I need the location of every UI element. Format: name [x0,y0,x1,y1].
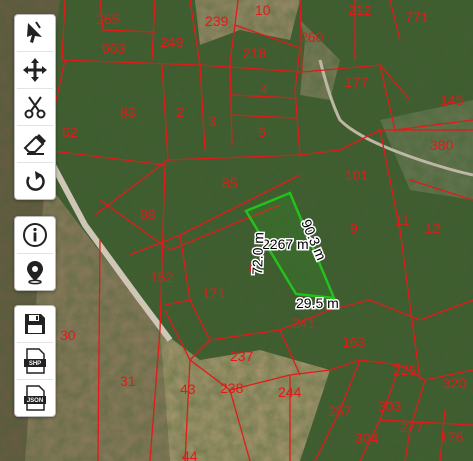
parcel-label-241: 241 [292,315,316,331]
cursor-icon[interactable] [17,15,53,51]
edit-toolbar [14,14,56,200]
parcel-label-9: 9 [350,220,358,236]
parcel-label-10: 10 [255,2,271,18]
parcel-label-171: 171 [202,285,226,301]
parcel-label-44: 44 [182,448,198,461]
parcel-label-43: 43 [180,381,196,397]
info-toolbar [14,216,56,291]
parcel-label-320: 320 [443,375,467,391]
eraser-icon[interactable] [17,125,53,162]
parcel-label-163: 163 [342,334,366,350]
parcel-label-238: 238 [220,380,244,396]
parcel-label-257: 257 [328,403,352,419]
scissors-icon[interactable] [17,88,53,125]
parcel-label-31: 31 [120,373,136,389]
parcel-label-2: 2 [176,104,184,120]
parcel-label-265: 265 [96,11,120,27]
parcel-label-177: 177 [345,74,369,90]
parcel-label-176: 176 [440,429,464,445]
parcel-label-277: 277 [400,419,424,435]
parcel-label-3: 3 [208,113,216,129]
parcel-label-663: 663 [102,40,126,56]
json-file-label: JSON [27,398,43,404]
satellite-map[interactable]: 265 663 249 239 10 218 260 212 771 83 2 … [0,0,473,461]
parcel-label-225: 225 [393,362,417,378]
parcel-label-380: 380 [430,137,454,153]
shp-file-icon[interactable]: SHP [17,342,53,379]
parcel-label-212: 212 [348,2,372,18]
parcel-label-101: 101 [345,167,369,183]
json-file-icon[interactable]: JSON [17,379,53,416]
parcel-label-260: 260 [300,29,324,45]
parcel-label-83: 83 [120,104,136,120]
parcel-label-85: 85 [222,175,238,191]
location-pin-icon[interactable] [17,253,53,290]
parcel-label-303: 303 [378,398,402,414]
undo-icon[interactable] [17,162,53,199]
parcel-label-88: 88 [140,206,156,222]
save-icon[interactable] [17,306,53,342]
parcel-label-11: 11 [395,212,410,228]
parcel-label-62: 62 [62,124,78,140]
parcel-label-218: 218 [243,45,267,61]
parcel-label-237: 237 [230,348,254,364]
parcel-label-5: 5 [258,124,266,140]
parcel-label-239: 239 [205,13,229,29]
parcel-label-4: 4 [260,81,268,97]
parcel-label-30: 30 [60,327,76,343]
parcel-label-244: 244 [278,384,302,400]
parcel-label-145: 145 [440,92,464,108]
parcel-label-304: 304 [355,430,379,446]
parcel-label-771: 771 [405,9,429,25]
side-length-label-left: 72.0 m [249,232,266,275]
move-arrows-icon[interactable] [17,51,53,88]
info-icon[interactable] [17,217,53,253]
side-length-label-bottom: 29.5 m [296,295,339,311]
parcel-label-152: 152 [150,269,174,285]
file-toolbar: SHP JSON [14,305,56,417]
parcel-label-12: 12 [425,220,441,236]
parcel-label-249: 249 [160,34,184,50]
shp-file-label: SHP [29,361,41,367]
